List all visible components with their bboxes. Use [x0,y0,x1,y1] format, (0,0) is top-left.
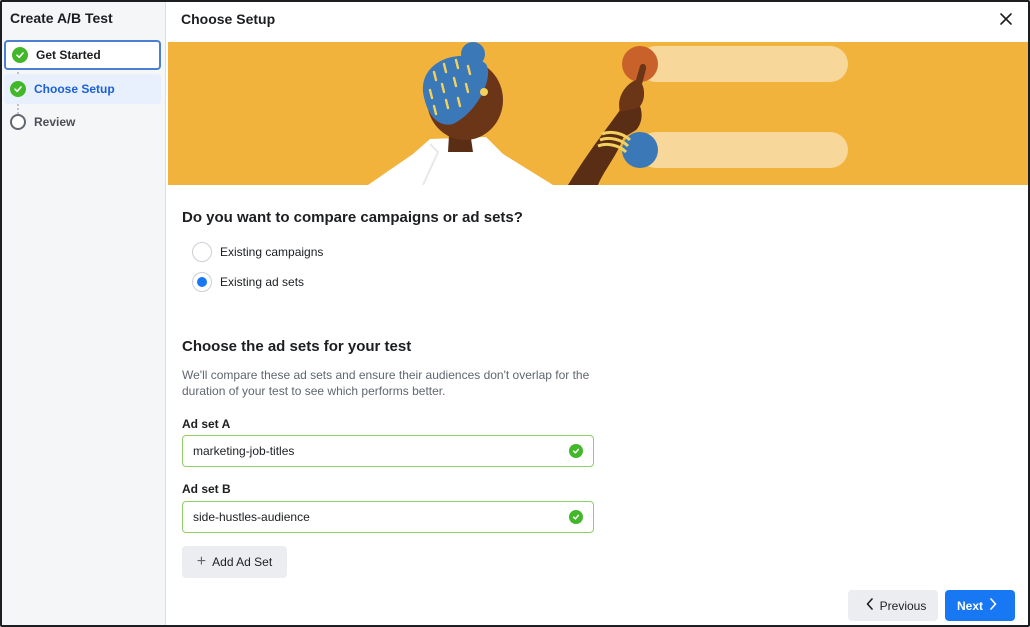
step-label: Get Started [36,48,101,62]
sidebar: Create A/B Test Get Started Choose Setup… [2,2,166,625]
ad-set-b-input[interactable] [193,510,553,524]
check-icon [569,510,583,524]
step-review[interactable]: Review [4,107,161,137]
radio-label: Existing ad sets [220,275,305,289]
compare-question: Do you want to compare campaigns or ad s… [182,209,523,226]
close-icon[interactable] [998,11,1014,27]
step-label: Choose Setup [34,82,115,96]
sidebar-title: Create A/B Test [10,10,113,26]
chevron-right-icon [989,598,997,613]
step-get-started[interactable]: Get Started [4,40,161,70]
ad-set-b-field[interactable] [182,501,594,533]
section-description: We'll compare these ad sets and ensure t… [182,368,590,398]
hero-illustration [168,42,1028,185]
step-choose-setup[interactable]: Choose Setup [4,74,161,104]
empty-circle-icon [10,114,26,130]
next-label: Next [956,598,983,613]
step-label: Review [34,115,76,129]
radio-button[interactable] [192,242,212,262]
add-ad-set-button[interactable]: + Add Ad Set [182,546,287,578]
ab-test-dialog: Create A/B Test Get Started Choose Setup… [0,0,1030,627]
page-title: Choose Setup [181,11,276,27]
ad-set-a-label: Ad set A [182,417,231,431]
check-icon [10,81,26,97]
next-button[interactable]: Next [945,590,1015,621]
ad-set-b-label: Ad set B [182,482,231,496]
dialog-header: Choose Setup [166,2,1028,40]
add-ad-set-label: Add Ad Set [212,555,273,569]
radio-selected-dot [197,277,207,287]
radio-existing-ad-sets[interactable]: Existing ad sets [192,272,304,292]
section-title: Choose the ad sets for your test [182,338,412,355]
check-icon [569,444,583,458]
radio-button[interactable] [192,272,212,292]
plus-icon: + [196,553,207,570]
previous-label: Previous [879,598,927,613]
previous-button[interactable]: Previous [848,590,938,621]
radio-existing-campaigns[interactable]: Existing campaigns [192,242,323,262]
ad-set-a-input[interactable] [193,444,553,458]
chevron-left-icon [866,598,874,613]
check-icon [12,47,28,63]
radio-label: Existing campaigns [220,245,324,259]
ad-set-a-field[interactable] [182,435,594,467]
